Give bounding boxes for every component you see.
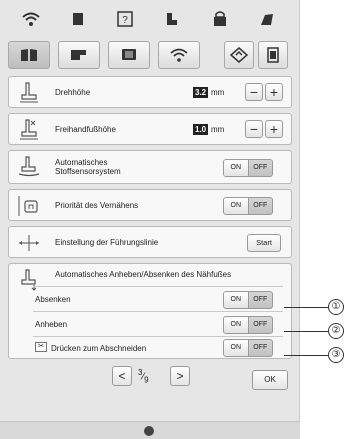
pivot-height-panel: Drehhöhe 3.2 mm − + <box>8 76 292 108</box>
frame-settings-icon[interactable] <box>258 41 288 69</box>
sewing-machine-icon[interactable] <box>58 41 100 69</box>
pivot-height-value: 3.2 <box>193 87 209 98</box>
lock-priority-off-button[interactable]: OFF <box>248 197 273 215</box>
previous-page-button[interactable]: < <box>112 366 132 386</box>
lower-label: Absenken <box>35 295 71 304</box>
lock-stitch-icon <box>15 194 43 218</box>
callout-3: ③ <box>328 347 344 363</box>
freemotion-height-decrease-button[interactable]: − <box>245 120 263 138</box>
lower-off-button[interactable]: OFF <box>248 291 273 309</box>
top-tab-bar: ? <box>6 4 292 34</box>
guideline-start-button[interactable]: Start <box>247 234 281 252</box>
fabric-sensor-on-button[interactable]: ON <box>223 159 249 177</box>
next-page-button[interactable]: > <box>170 366 190 386</box>
divider <box>33 336 283 337</box>
freemotion-foot-icon <box>15 118 43 142</box>
cut-on-button[interactable]: ON <box>223 339 249 357</box>
auto-presser-foot-panel: Automatisches Anheben/Absenken des Nähfu… <box>8 263 292 359</box>
guideline-label: Einstellung der Führungslinie <box>55 238 159 247</box>
lock-priority-label: Priorität des Vernähens <box>55 201 139 210</box>
fabric-sensor-label-line2: Stoffsensorsystem <box>55 167 121 176</box>
document-icon[interactable] <box>61 5 95 33</box>
callout-line-3 <box>284 355 328 356</box>
callout-2: ② <box>328 323 344 339</box>
book-icon[interactable] <box>8 41 50 69</box>
auto-presser-foot-title: Automatisches Anheben/Absenken des Nähfu… <box>55 270 232 279</box>
fabric-sensor-off-button[interactable]: OFF <box>248 159 273 177</box>
divider <box>33 311 283 312</box>
freemotion-height-label: Freihandfußhöhe <box>55 125 116 134</box>
freemotion-height-value: 1.0 <box>193 124 209 135</box>
raise-on-button[interactable]: ON <box>223 316 249 334</box>
cut-off-button[interactable]: OFF <box>248 339 273 357</box>
raise-label: Anheben <box>35 320 68 329</box>
screen-icon[interactable] <box>108 41 150 69</box>
diamond-settings-icon[interactable] <box>224 41 254 69</box>
raise-toggle: ON OFF <box>223 316 273 334</box>
pivot-height-label: Drehhöhe <box>55 88 91 97</box>
bottom-bar <box>0 421 300 439</box>
home-icon[interactable] <box>144 426 154 436</box>
page-indicator: 3⁄9 <box>138 368 149 384</box>
lower-toggle: ON OFF <box>223 291 273 309</box>
freemotion-height-unit: mm <box>211 125 225 134</box>
page-total: 9 <box>144 375 149 385</box>
presser-foot-lift-icon <box>15 268 43 292</box>
fabric-sensor-toggle: ON OFF <box>223 159 273 177</box>
raise-off-button[interactable]: OFF <box>248 316 273 334</box>
cut-toggle: ON OFF <box>223 339 273 357</box>
wifi-icon[interactable] <box>14 5 48 33</box>
guideline-icon <box>15 231 43 255</box>
svg-text:?: ? <box>123 15 129 26</box>
pivot-height-unit: mm <box>211 88 225 97</box>
callout-line-2 <box>284 331 328 332</box>
category-tab-row <box>8 40 292 70</box>
freemotion-height-increase-button[interactable]: + <box>265 120 283 138</box>
settings-screen: ? Drehhöhe 3.2 mm − + Freihandfußhöhe 1.… <box>0 0 300 439</box>
help-icon[interactable]: ? <box>108 5 142 33</box>
lock-priority-toggle: ON OFF <box>223 197 273 215</box>
callout-line-1 <box>284 307 328 308</box>
ok-button[interactable]: OK <box>252 370 288 390</box>
lock-priority-panel: Priorität des Vernähens ON OFF <box>8 189 292 221</box>
sewing-needle-icon[interactable] <box>250 5 284 33</box>
lower-on-button[interactable]: ON <box>223 291 249 309</box>
lock-priority-on-button[interactable]: ON <box>223 197 249 215</box>
wifi-settings-icon[interactable] <box>158 41 200 69</box>
pivot-height-decrease-button[interactable]: − <box>245 83 263 101</box>
thread-cut-icon: ✂ <box>35 342 47 352</box>
sewing-settings-icon[interactable] <box>156 5 190 33</box>
fabric-sensor-panel: Automatisches Stoffsensorsystem ON OFF <box>8 150 292 184</box>
fabric-sensor-icon <box>15 155 43 179</box>
freemotion-height-panel: Freihandfußhöhe 1.0 mm − + <box>8 113 292 145</box>
divider <box>33 286 283 287</box>
callout-1: ① <box>328 299 344 315</box>
guideline-panel: Einstellung der Führungslinie Start <box>8 226 292 258</box>
presser-foot-icon <box>15 81 43 105</box>
cut-label: Drücken zum Abschneiden <box>51 344 147 353</box>
pivot-height-increase-button[interactable]: + <box>265 83 283 101</box>
machine-icon[interactable] <box>203 5 237 33</box>
